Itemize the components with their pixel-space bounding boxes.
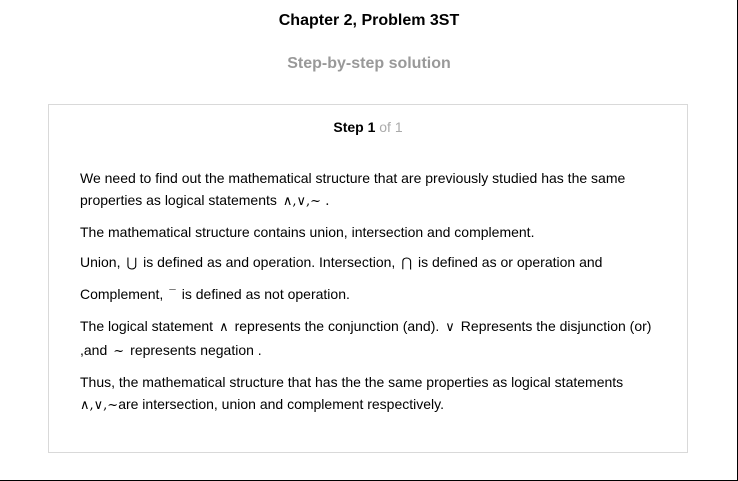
step-header: Step 1 of 1 [49, 119, 687, 135]
p5-text-d: represents negation . [130, 342, 262, 358]
complement-bar-symbol: ‾ [169, 288, 176, 303]
p6-logic-symbols: ∧,∨,~ [80, 398, 119, 413]
and-symbol: ∧ [219, 320, 229, 335]
paragraph-2: The mathematical structure contains unio… [80, 224, 535, 240]
p1-logic-symbols: ∧,∨,~ . [282, 194, 330, 209]
p3-text-c: is defined as or operation and [417, 254, 603, 270]
p3-text-a: Union, [80, 254, 121, 270]
p4-text-a: Complement, [80, 286, 164, 302]
solution-content: We need to find out the mathematical str… [80, 167, 655, 425]
paragraph-6: Thus, the mathematical structure that ha… [80, 371, 655, 417]
p5-text-b: represents the conjunction (and). [234, 318, 440, 334]
p6-text-b: are intersection, union and complement r… [118, 396, 444, 412]
intersection-symbol: ⋂ [401, 256, 412, 271]
p6-text-a: Thus, the mathematical structure that ha… [80, 374, 624, 390]
p4-text-b: is defined as not operation. [181, 286, 350, 302]
not-symbol: ~ [113, 344, 125, 359]
step-count: of 1 [375, 119, 403, 135]
or-symbol: ∨ [445, 320, 455, 335]
union-symbol: ⋃ [126, 256, 138, 271]
solution-subtitle: Step-by-step solution [287, 55, 451, 72]
p1-text: We need to find out the mathematical str… [80, 170, 626, 208]
step-label: Step 1 [333, 119, 376, 135]
paragraph-3: Union, ⋃ is defined as and operation. Inte… [80, 251, 655, 275]
p5-text-a: The logical statement [80, 318, 214, 334]
paragraph-4: Complement, ‾ is defined as not operation. [80, 283, 655, 307]
p3-text-b: is defined as and operation. Intersectio… [143, 254, 396, 270]
paragraph-1: We need to find out the mathematical str… [80, 167, 655, 213]
page-title: Chapter 2, Problem 3ST [278, 12, 460, 29]
paragraph-5: The logical statement ∧ represents the con… [80, 315, 655, 363]
solution-card: Step 1 of 1 We need to find out the math… [48, 104, 688, 453]
